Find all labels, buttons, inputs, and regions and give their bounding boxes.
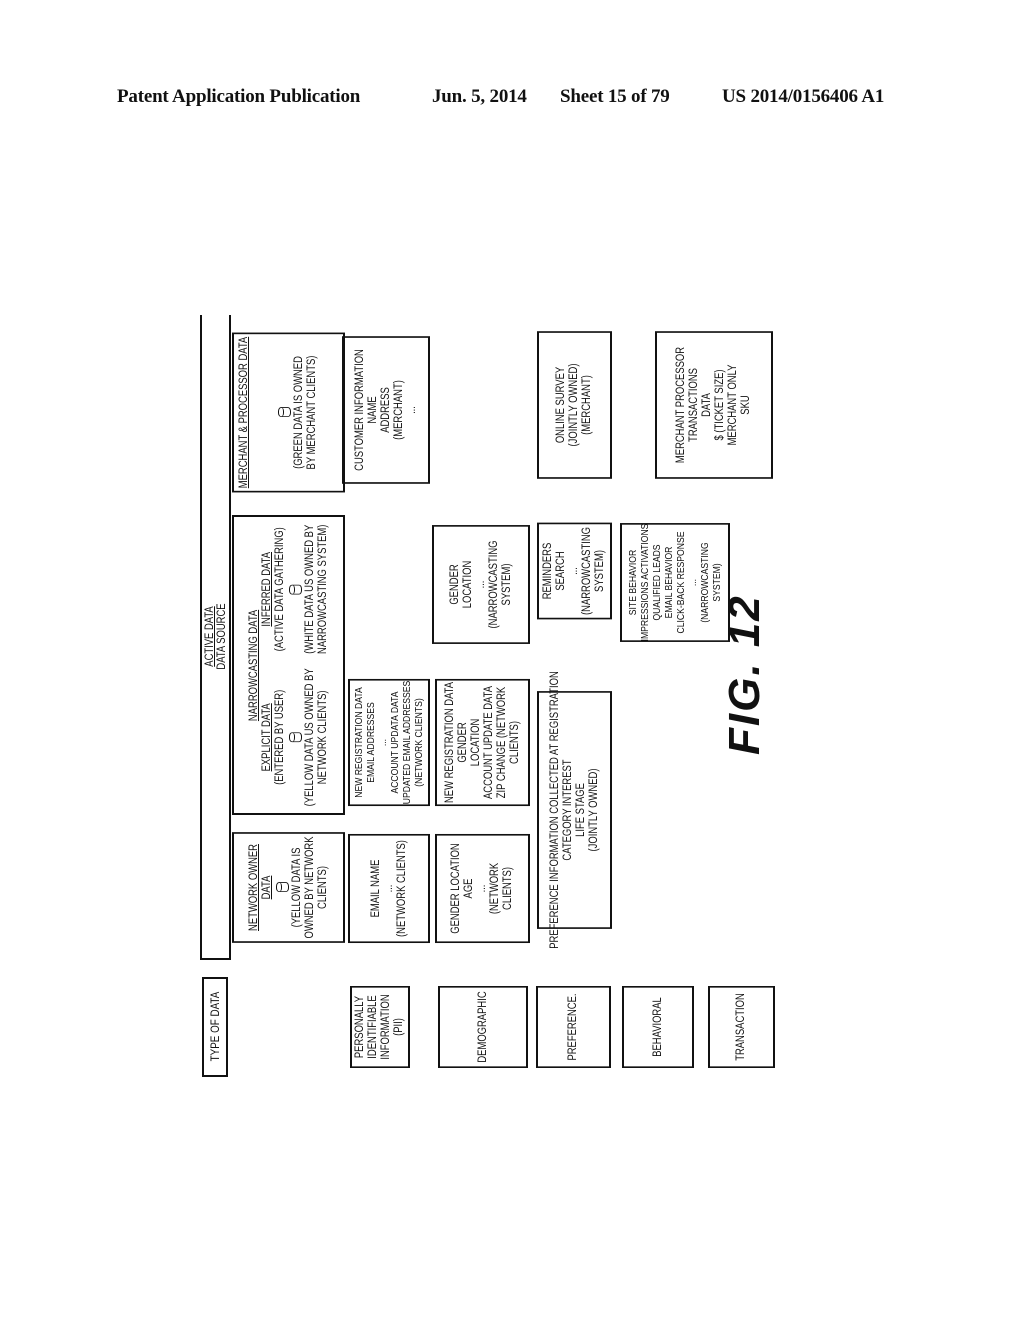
cell-pii-merchant: CUSTOMER INFORMATION NAME ADDRESS (MERCH… xyxy=(342,336,430,484)
row-type-demographic: DEMOGRAPHIC xyxy=(438,986,528,1068)
data-source-label: DATA SOURCE xyxy=(216,603,228,670)
sheet-number: Sheet 15 of 79 xyxy=(560,86,670,107)
cell-preference-joint: PREFERENCE INFORMATION COLLECTED AT REGI… xyxy=(537,671,612,949)
type-of-data-header: TYPE OF DATA xyxy=(202,977,228,1077)
row-type-behavioral: BEHAVIORAL xyxy=(622,986,694,1068)
cell-demographic-inferred: GENDER LOCATION ... (NARROWCASTING SYSTE… xyxy=(432,525,530,644)
database-icon xyxy=(275,882,289,893)
publication-date: Jun. 5, 2014 xyxy=(432,86,527,107)
narrowcasting-title: NARROWCASTING DATA xyxy=(247,609,260,721)
merchant-processor-data-box: MERCHANT & PROCESSOR DATA (GREEN DATA IS… xyxy=(232,332,345,493)
row-type-preference: PREFERENCE. xyxy=(536,986,611,1068)
cell-pii-narrowcasting: NEW REGISTRATION DATA EMAIL ADDRESSES ..… xyxy=(348,678,430,807)
figure-label: FIG. 12 xyxy=(720,594,769,755)
cell-transaction-merchant: MERCHANT PROCESSOR TRANSACTIONS DATA $ (… xyxy=(655,331,773,479)
data-types-diagram: TYPE OF DATA ACTIVE DATA DATA SOURCE NET… xyxy=(200,315,775,1085)
database-icon xyxy=(277,407,291,418)
narrowcasting-data-box: NARROWCASTING DATA EXPLICIT DATA (ENTERE… xyxy=(232,515,345,815)
explicit-data-group: EXPLICIT DATA (ENTERED BY USER) (YELLOW … xyxy=(260,667,329,806)
inferred-data-group: INFERRED DATA (ACTIVE DATA GATHERING) (W… xyxy=(260,524,329,654)
cell-behavioral-inferred: SITE BEHAVIOR IMPRESSIONS ACTIVATIONS QU… xyxy=(620,523,730,642)
cell-demographic-explicit: NEW REGISTRATION DATA GENDER LOCATION AC… xyxy=(435,678,530,807)
cell-demographic-network-owner: GENDER LOCATION AGE ... (NETWORK CLIENTS… xyxy=(435,833,530,944)
publication-number: US 2014/0156406 A1 xyxy=(722,86,885,107)
publication-label: Patent Application Publication xyxy=(117,86,361,107)
header-divider xyxy=(229,315,231,960)
row-type-pii: PERSONALLY IDENTIFIABLE INFORMATION (PII… xyxy=(350,986,410,1068)
network-owner-data-box: NETWORK OWNER DATA (YELLOW DATA IS OWNED… xyxy=(232,832,345,943)
data-source-header: ACTIVE DATA DATA SOURCE xyxy=(200,315,230,960)
cell-preference-inferred: REMINDERS SEARCH ... (NARROWCASTING SYST… xyxy=(537,522,612,620)
database-icon xyxy=(288,583,302,594)
database-icon xyxy=(288,731,302,742)
row-type-transaction: TRANSACTION xyxy=(708,986,775,1068)
cell-preference-merchant: ONLINE SURVEY (JOINTLY OWNED) (MERCHANT) xyxy=(537,331,612,479)
cell-pii-network-owner: EMAIL NAME ... (NETWORK CLIENTS) xyxy=(348,833,430,944)
active-data-label: ACTIVE DATA xyxy=(204,606,216,667)
